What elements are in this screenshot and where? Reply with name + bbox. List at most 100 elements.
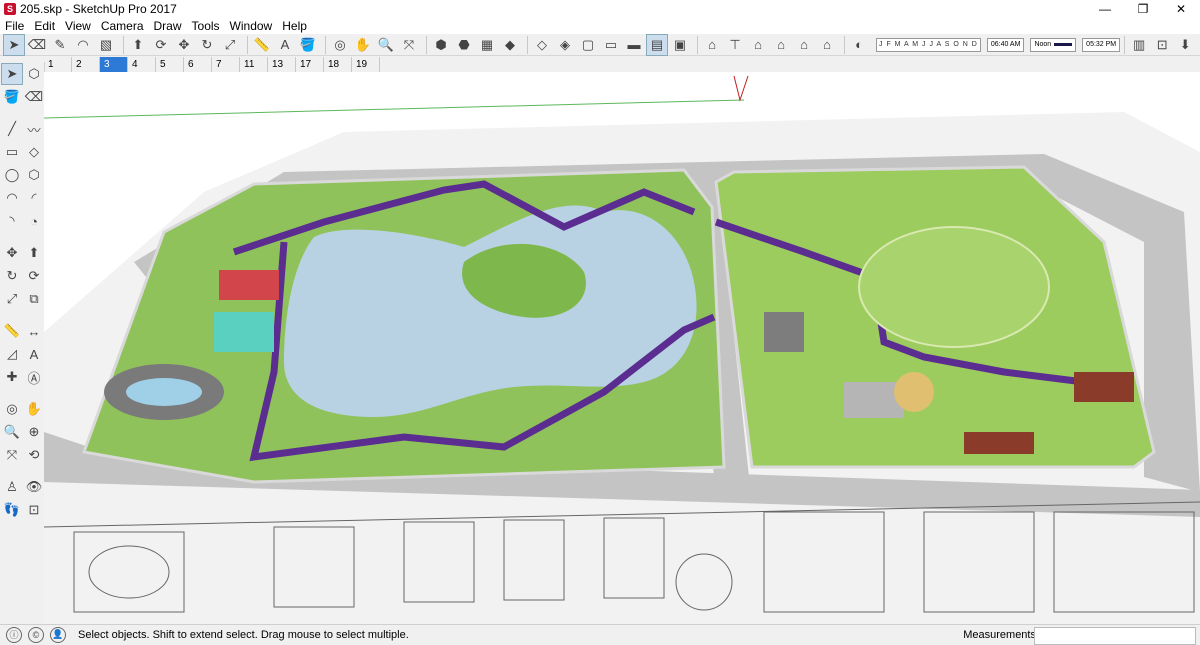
geo-location-status-icon[interactable]: ⓘ <box>6 626 22 643</box>
push-pull-tool-icon[interactable]: ⬆ <box>24 243 44 263</box>
text-tool-icon[interactable]: A <box>24 344 44 364</box>
shadow-time-slider[interactable]: Noon <box>1030 37 1077 52</box>
right-view-icon[interactable]: ⌂ <box>771 35 791 55</box>
scene-tab[interactable]: 1 <box>44 57 72 72</box>
two-point-arc-icon[interactable]: ◜ <box>24 188 44 208</box>
rectangle-tool-icon[interactable]: ▭ <box>2 142 22 162</box>
pie-tool-icon[interactable]: ◔ <box>24 211 44 231</box>
select-tool-icon[interactable]: ➤ <box>1 63 23 85</box>
move-tool-icon[interactable]: ✥ <box>174 35 194 55</box>
wireframe-style-icon[interactable]: ▢ <box>578 35 598 55</box>
top-view-icon[interactable]: ⊤ <box>725 35 745 55</box>
menu-file[interactable]: File <box>0 18 29 34</box>
position-camera-icon[interactable]: ♙ <box>2 477 22 497</box>
menu-tools[interactable]: Tools <box>187 18 225 34</box>
look-around-icon[interactable]: 👁 <box>24 477 44 497</box>
back-view-icon[interactable]: ⌂ <box>794 35 814 55</box>
polygon-tool-icon[interactable]: ⬡ <box>24 165 44 185</box>
arc-tool-icon[interactable]: ◠ <box>73 35 93 55</box>
section-plane-icon[interactable]: ⊡ <box>1152 35 1172 55</box>
scene-tab[interactable]: 7 <box>212 57 240 72</box>
arc-tool-icon[interactable]: ◠ <box>2 188 22 208</box>
menu-view[interactable]: View <box>60 18 96 34</box>
rotated-rectangle-icon[interactable]: ◇ <box>24 142 44 162</box>
dimension-tool-icon[interactable]: ↔ <box>24 321 44 341</box>
scale-tool-icon[interactable]: ⤢ <box>220 35 240 55</box>
eraser-tool-icon[interactable]: ⌫ <box>24 87 44 107</box>
select-tool-icon[interactable]: ➤ <box>3 33 25 56</box>
shadow-toggle-icon[interactable]: ◐ <box>849 35 869 55</box>
move-tool-icon[interactable]: ✥ <box>2 243 22 263</box>
three-point-arc-icon[interactable]: ◝ <box>2 211 22 231</box>
scene-tab[interactable]: 19 <box>352 57 380 72</box>
scene-tab[interactable]: 6 <box>184 57 212 72</box>
sandbox-icon[interactable]: ▥ <box>1129 35 1149 55</box>
paint-bucket-icon[interactable]: 🪣 <box>298 35 318 55</box>
follow-me-tool-icon[interactable]: ⟳ <box>24 266 44 286</box>
axes-tool-icon[interactable]: ✚ <box>2 367 22 387</box>
model-viewport[interactable] <box>44 72 1200 624</box>
xray-style-icon[interactable]: ◇ <box>532 35 552 55</box>
zoom-tool-icon[interactable]: 🔍 <box>376 35 396 55</box>
monochrome-style-icon[interactable]: ▣ <box>670 35 690 55</box>
zoom-extents-icon[interactable]: ⤧ <box>399 35 419 55</box>
make-component-icon[interactable]: ⬡ <box>24 64 44 84</box>
shadow-month-slider[interactable]: J F M A M J J A S O N D <box>876 37 981 52</box>
menu-edit[interactable]: Edit <box>29 18 60 34</box>
line-tool-icon[interactable]: ✎ <box>50 35 70 55</box>
push-pull-tool-icon[interactable]: ⬆ <box>128 35 148 55</box>
line-tool-icon[interactable]: ╱ <box>2 119 22 139</box>
tape-measure-icon[interactable]: 📏 <box>252 35 272 55</box>
text-tool-icon[interactable]: A <box>275 35 295 55</box>
user-status-icon[interactable]: 👤 <box>50 626 66 643</box>
scene-tab[interactable]: 2 <box>72 57 100 72</box>
scene-tab[interactable]: 11 <box>240 57 268 72</box>
zoom-tool-icon[interactable]: 🔍 <box>2 422 22 442</box>
tape-measure-icon[interactable]: 📏 <box>2 321 22 341</box>
offset-tool-icon[interactable]: ⧉ <box>24 289 44 309</box>
rotate-tool-icon[interactable]: ↻ <box>2 266 22 286</box>
scene-tab[interactable]: 18 <box>324 57 352 72</box>
geo-location-icon[interactable]: ⬇ <box>1175 35 1195 55</box>
scene-tab[interactable]: 5 <box>156 57 184 72</box>
previous-view-icon[interactable]: ⟲ <box>24 445 44 465</box>
hidden-line-style-icon[interactable]: ▭ <box>601 35 621 55</box>
time-slider-thumb[interactable] <box>1054 43 1073 46</box>
shaded-style-icon[interactable]: ▬ <box>624 35 644 55</box>
measurements-input[interactable] <box>1034 627 1196 645</box>
shape-tool-icon[interactable]: ▧ <box>96 35 116 55</box>
scene-tab[interactable]: 4 <box>128 57 156 72</box>
menu-help[interactable]: Help <box>277 18 312 34</box>
layout-icon[interactable]: ▦ <box>477 35 497 55</box>
zoom-extents-icon[interactable]: ⤧ <box>2 445 22 465</box>
section-plane-icon[interactable]: ⊡ <box>24 500 44 520</box>
close-button[interactable]: ✕ <box>1162 0 1200 18</box>
protractor-tool-icon[interactable]: ◿ <box>2 344 22 364</box>
menu-window[interactable]: Window <box>225 18 278 34</box>
rotate-tool-icon[interactable]: ↻ <box>197 35 217 55</box>
pan-tool-icon[interactable]: ✋ <box>24 399 44 419</box>
credits-status-icon[interactable]: © <box>28 626 44 643</box>
follow-me-tool-icon[interactable]: ⟳ <box>151 35 171 55</box>
extension-warehouse-icon[interactable]: ⬣ <box>454 35 474 55</box>
scene-tab[interactable]: 17 <box>296 57 324 72</box>
menu-camera[interactable]: Camera <box>96 18 149 34</box>
orbit-tool-icon[interactable]: ◎ <box>330 35 350 55</box>
pan-tool-icon[interactable]: ✋ <box>353 35 373 55</box>
freehand-tool-icon[interactable]: 〰 <box>24 119 44 139</box>
warehouse-icon[interactable]: ⬢ <box>431 35 451 55</box>
scene-tab-active[interactable]: 3 <box>100 57 128 72</box>
circle-tool-icon[interactable]: ◯ <box>2 165 22 185</box>
maximize-button[interactable]: ❐ <box>1124 0 1162 18</box>
orbit-tool-icon[interactable]: ◎ <box>2 399 22 419</box>
menu-draw[interactable]: Draw <box>149 18 187 34</box>
3d-text-tool-icon[interactable]: Ⓐ <box>24 367 44 387</box>
iso-view-icon[interactable]: ⌂ <box>702 35 722 55</box>
ruby-icon[interactable]: ◆ <box>500 35 520 55</box>
back-edges-style-icon[interactable]: ◈ <box>555 35 575 55</box>
shaded-textures-style-icon[interactable]: ▤ <box>646 33 668 56</box>
front-view-icon[interactable]: ⌂ <box>748 35 768 55</box>
scale-tool-icon[interactable]: ⤢ <box>2 289 22 309</box>
zoom-window-icon[interactable]: ⊕ <box>24 422 44 442</box>
paint-bucket-icon[interactable]: 🪣 <box>2 87 22 107</box>
